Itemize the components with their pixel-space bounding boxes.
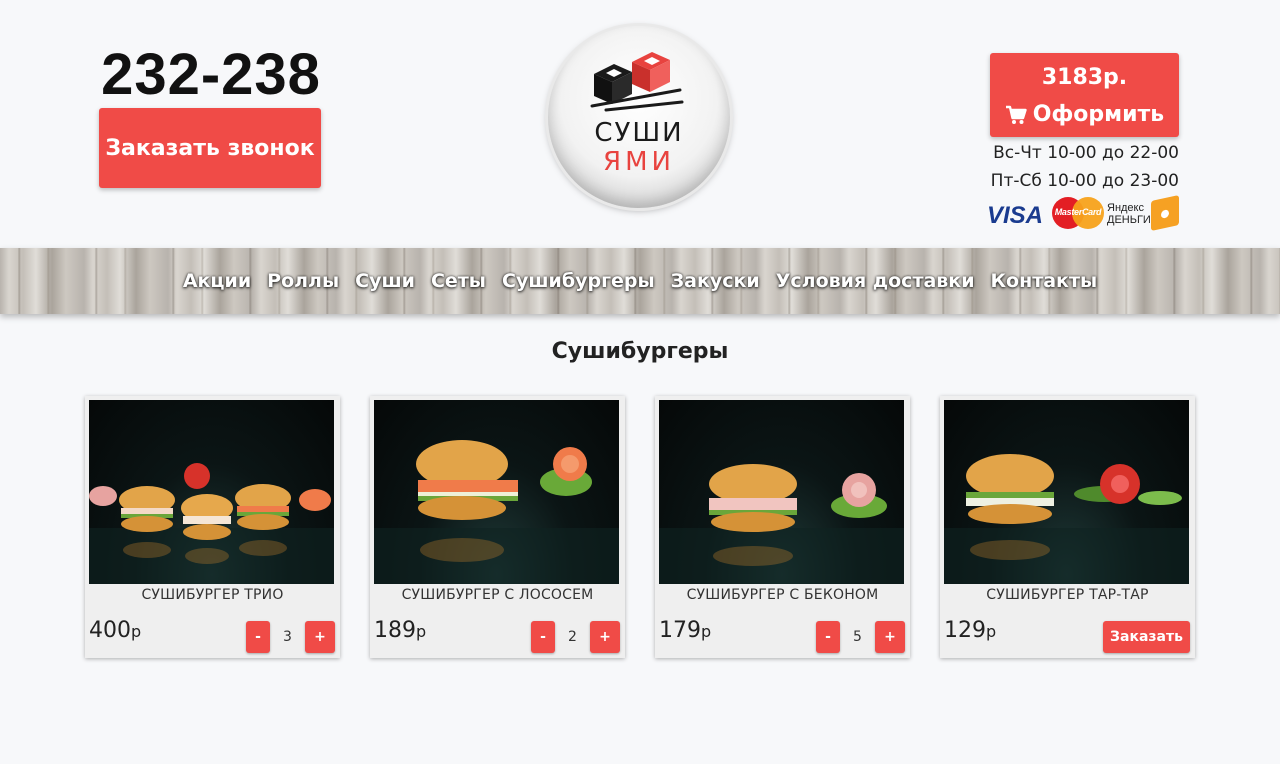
- increase-quantity-button[interactable]: +: [305, 621, 335, 653]
- quantity-value: 3: [283, 629, 292, 645]
- product-card: СУШИБУРГЕР С ЛОСОСЕМ 189р - 2 +: [370, 396, 625, 658]
- cart-checkout-button[interactable]: 3183р. Оформить: [990, 53, 1179, 137]
- price-value: 129: [944, 618, 986, 643]
- working-hours-weekday: Вс-Чт 10-00 до 22-00: [993, 143, 1179, 163]
- checkout-label: Оформить: [1032, 102, 1165, 127]
- logo-text-yami: ЯМИ: [603, 147, 675, 177]
- nav-item-delivery-terms[interactable]: Условия доставки: [768, 270, 983, 292]
- product-card: СУШИБУРГЕР ТРИО 400р - 3 +: [85, 396, 340, 658]
- product-grid: СУШИБУРГЕР ТРИО 400р - 3 + СУШИБУРГЕР С …: [85, 396, 1197, 660]
- product-image[interactable]: [944, 400, 1189, 584]
- product-price: 189р: [374, 618, 426, 643]
- nav-item-contacts[interactable]: Контакты: [983, 270, 1106, 292]
- request-callback-button[interactable]: Заказать звонок: [99, 108, 321, 188]
- product-name[interactable]: СУШИБУРГЕР С БЕКОНОМ: [655, 587, 910, 603]
- decrease-quantity-button[interactable]: -: [246, 621, 270, 653]
- quantity-stepper: - 3 +: [246, 621, 335, 653]
- mastercard-label: MasterCard: [1054, 207, 1102, 217]
- site-logo[interactable]: СУШИ ЯМИ: [548, 26, 730, 208]
- nav-item-sets[interactable]: Сеты: [423, 270, 494, 292]
- yandex-label-2: ДЕНЬГИ: [1107, 214, 1151, 226]
- quantity-stepper: - 2 +: [531, 621, 620, 653]
- decrease-quantity-button[interactable]: -: [816, 621, 840, 653]
- product-image[interactable]: [374, 400, 619, 584]
- nav-item-promotions[interactable]: Акции: [175, 270, 259, 292]
- cart-total: 3183р.: [1041, 65, 1128, 90]
- price-currency: р: [701, 622, 712, 641]
- order-button[interactable]: Заказать: [1103, 621, 1190, 653]
- price-value: 400: [89, 618, 131, 643]
- nav-item-sushiburgers[interactable]: Сушибургеры: [494, 270, 663, 292]
- sushi-logo-icon: [590, 52, 684, 112]
- main-navigation: Акции Роллы Суши Сеты Сушибургеры Закуск…: [0, 248, 1280, 314]
- nav-item-snacks[interactable]: Закуски: [663, 270, 768, 292]
- payment-methods: VISA MasterCard Яндекс ДЕНЬГИ: [985, 195, 1180, 231]
- product-image[interactable]: [89, 400, 334, 584]
- decrease-quantity-button[interactable]: -: [531, 621, 555, 653]
- phone-number[interactable]: 232-238: [100, 42, 322, 108]
- price-value: 189: [374, 618, 416, 643]
- wallet-icon: [1151, 195, 1179, 231]
- price-currency: р: [986, 622, 997, 641]
- quantity-value: 2: [568, 629, 577, 645]
- cart-icon: [1005, 105, 1027, 125]
- visa-logo: VISA: [987, 202, 1044, 229]
- product-image[interactable]: [659, 400, 904, 584]
- yandex-money-logo: Яндекс ДЕНЬГИ: [1107, 195, 1179, 231]
- product-card: СУШИБУРГЕР ТАР-ТАР 129р Заказать: [940, 396, 1195, 658]
- price-currency: р: [416, 622, 427, 641]
- increase-quantity-button[interactable]: +: [875, 621, 905, 653]
- price-value: 179: [659, 618, 701, 643]
- product-price: 129р: [944, 618, 996, 643]
- section-title: Сушибургеры: [551, 339, 729, 364]
- working-hours-weekend: Пт-Сб 10-00 до 23-00: [990, 171, 1179, 191]
- product-card: СУШИБУРГЕР С БЕКОНОМ 179р - 5 +: [655, 396, 910, 658]
- logo-text-sushi: СУШИ: [594, 118, 684, 148]
- quantity-stepper: - 5 +: [816, 621, 905, 653]
- product-name[interactable]: СУШИБУРГЕР С ЛОСОСЕМ: [370, 587, 625, 603]
- mastercard-logo: MasterCard: [1052, 196, 1104, 230]
- nav-item-sushi[interactable]: Суши: [347, 270, 423, 292]
- product-name[interactable]: СУШИБУРГЕР ТАР-ТАР: [940, 587, 1195, 603]
- price-currency: р: [131, 622, 142, 641]
- quantity-value: 5: [853, 629, 862, 645]
- site-header: 232-238 Заказать звонок СУШИ ЯМИ 3183р.: [0, 0, 1280, 248]
- product-name[interactable]: СУШИБУРГЕР ТРИО: [85, 587, 340, 603]
- product-price: 400р: [89, 618, 141, 643]
- cart-action: Оформить: [990, 102, 1179, 127]
- yandex-label-1: Яндекс: [1107, 202, 1144, 214]
- product-price: 179р: [659, 618, 711, 643]
- increase-quantity-button[interactable]: +: [590, 621, 620, 653]
- nav-item-rolls[interactable]: Роллы: [259, 270, 347, 292]
